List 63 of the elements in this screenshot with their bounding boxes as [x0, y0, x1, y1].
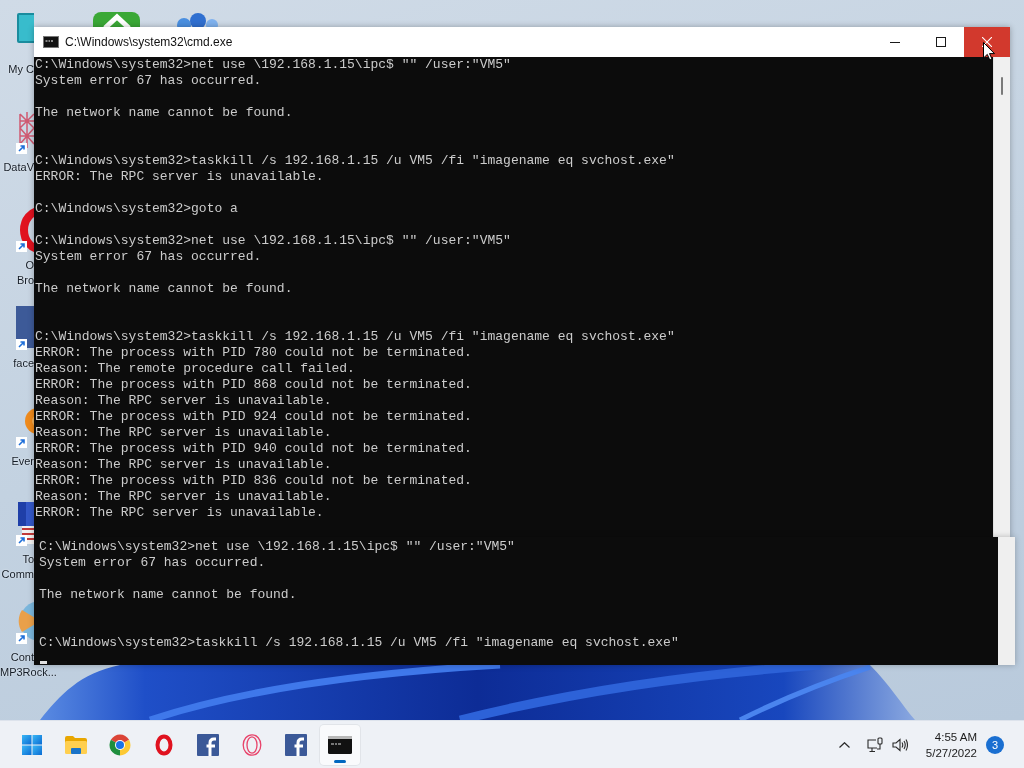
console-line: C:\Windows\system32>net use \192.168.1.15\ipc$ "" /user:"VM5": [35, 233, 511, 249]
console-line: ERROR: The process with PID 924 could not be terminated.: [35, 409, 472, 425]
lattice-icon[interactable]: [16, 110, 34, 150]
console-line: ERROR: The RPC server is unavailable.: [35, 505, 324, 521]
console-line: ERROR: The process with PID 836 could not be terminated.: [35, 473, 472, 489]
icon-label: face: [13, 356, 34, 371]
window-title: C:\Windows\system32\cmd.exe: [65, 35, 233, 49]
active-indicator: [334, 759, 346, 763]
icon-label: Bro: [16, 273, 34, 288]
icon-label: My C: [8, 62, 34, 77]
scrollbar[interactable]: [993, 57, 1010, 537]
icon-label: DataV: [3, 160, 34, 175]
close-button[interactable]: [964, 27, 1010, 57]
console-line: Reason: The remote procedure call failed.: [35, 361, 355, 377]
console-line: C:\Windows\system32>taskkill /s 192.168.1.15 /u VM5 /fi "imagename eq svchost.exe": [35, 153, 675, 169]
taskbar-button[interactable]: [320, 724, 360, 765]
terminal-icon: [328, 735, 352, 754]
icon-label: Cont: [10, 650, 34, 665]
console-line: System error 67 has occurred.: [35, 73, 262, 89]
console-line: The network name cannot be found.: [35, 281, 293, 297]
console-line: Reason: The RPC server is unavailable.: [35, 457, 332, 473]
wheel-icon: [109, 733, 131, 756]
notification-badge[interactable]: 3: [986, 735, 1004, 754]
scrollbar-thumb[interactable]: [1001, 77, 1003, 95]
scrollbar[interactable]: [998, 537, 1015, 665]
icon-label: Comm: [1, 567, 34, 582]
console-line: Reason: The RPC server is unavailable.: [35, 393, 332, 409]
icon-label: To: [22, 552, 34, 567]
console-line: C:\Windows\system32>taskkill /s 192.168.1.15 /u VM5 /fi "imagename eq svchost.exe": [39, 635, 679, 651]
console-line: C:\Windows\system32>goto a: [35, 201, 238, 217]
console-line: C:\Windows\system32>net use \192.168.1.15\ipc$ "" /user:"VM5": [35, 57, 511, 73]
double-ring-icon: [242, 733, 262, 756]
maximize-icon: [936, 37, 946, 47]
start-icon: [22, 734, 42, 755]
letter-f-icon: [285, 733, 307, 756]
terminal-icon: [43, 36, 59, 48]
volume-icon: [891, 737, 908, 752]
console-line: C:\Windows\system32>net use \192.168.1.15\ipc$ "" /user:"VM5": [39, 539, 515, 555]
minimize-icon: [890, 41, 900, 43]
console-line: The network name cannot be found.: [35, 105, 293, 121]
console-line: ERROR: The process with PID 780 could not be terminated.: [35, 345, 472, 361]
app-icon[interactable]: [93, 12, 140, 28]
network-icon: [866, 736, 883, 753]
icon-label: O: [25, 258, 34, 273]
console-line: ERROR: The process with PID 940 could not be terminated.: [35, 441, 472, 457]
mouse-pointer-icon: [983, 42, 995, 61]
console-line: The network name cannot be found.: [39, 587, 297, 603]
icon-label: Ever: [11, 454, 34, 469]
letter-f-icon: [197, 733, 219, 756]
chevron-up-icon: [839, 741, 851, 748]
console-line: System error 67 has occurred.: [35, 249, 262, 265]
console-line: System error 67 has occurred.: [39, 555, 266, 571]
icon-label: MP3Rock...: [0, 665, 57, 680]
console-line: ERROR: The RPC server is unavailable.: [35, 169, 324, 185]
close-icon: [982, 37, 992, 47]
console-line: ERROR: The process with PID 868 could not be terminated.: [35, 377, 472, 393]
panels-icon[interactable]: [16, 502, 34, 546]
ring-icon: [155, 733, 173, 756]
clock-button[interactable]: 4:55 AM 5/27/2022: [921, 728, 981, 761]
console-line: Reason: The RPC server is unavailable.: [35, 425, 332, 441]
console-line: C:\Windows\system32>taskkill /s 192.168.1.15 /u VM5 /fi "imagename eq svchost.exe": [35, 329, 675, 345]
folder-icon: [64, 734, 88, 755]
console-line: Reason: The RPC server is unavailable.: [35, 489, 332, 505]
